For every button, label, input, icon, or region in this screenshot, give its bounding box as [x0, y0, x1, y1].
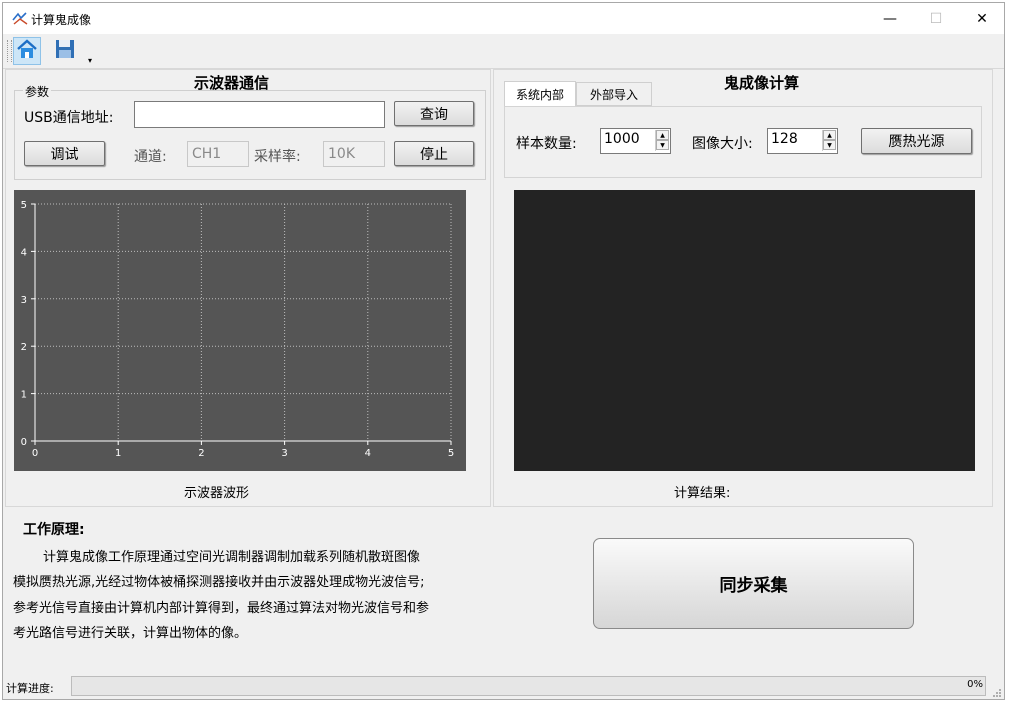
pseudothermal-source-button[interactable]: 赝热光源 — [861, 128, 972, 154]
waveform-chart: 0 1 2 3 4 5 0 1 2 3 4 5 — [21, 200, 455, 459]
spin-up-icon[interactable]: ▲ — [823, 130, 836, 140]
result-caption: 计算结果: — [674, 486, 731, 501]
usb-label: USB通信地址: — [24, 110, 114, 126]
principle-line: 参考光信号直接由计算机内部计算得到，最终通过算法对物光波信号和参 — [13, 601, 430, 616]
x-tick-label: 1 — [115, 448, 121, 459]
sample-rate-field: 10K — [323, 141, 385, 167]
maximize-button[interactable]: ☐ — [913, 3, 959, 34]
x-tick-label: 4 — [365, 448, 371, 459]
principle-line: 考光路信号进行关联，计算出物体的像。 — [13, 626, 248, 641]
main-window: 计算鬼成像 — ☐ ✕ ▾ 示波器通信 参数 USB通信地址: 查询 调试 通道… — [2, 2, 1005, 700]
progress-text: 0% — [967, 679, 983, 690]
params-title: 参数 — [23, 83, 52, 100]
result-image-area — [514, 190, 975, 471]
sync-acquire-button[interactable]: 同步采集 — [593, 538, 914, 629]
progress-label: 计算进度: — [6, 682, 54, 695]
save-icon — [55, 39, 75, 63]
minimize-button[interactable]: — — [867, 3, 913, 34]
resize-grip-icon[interactable] — [992, 687, 1002, 697]
sample-count-spinbox[interactable]: 1000 ▲ ▼ — [600, 128, 671, 154]
principle-line: 计算鬼成像工作原理通过空间光调制器调制加载系列随机散斑图像 — [43, 550, 421, 565]
app-icon — [12, 12, 28, 30]
y-tick-label: 1 — [21, 390, 27, 401]
y-tick-label: 4 — [21, 247, 27, 258]
x-tick-label: 2 — [198, 448, 204, 459]
tab-external-import[interactable]: 外部导入 — [576, 82, 652, 106]
x-tick-label: 0 — [32, 448, 38, 459]
save-button[interactable] — [51, 37, 79, 65]
stop-button[interactable]: 停止 — [394, 141, 474, 166]
toolbar-grip-icon[interactable] — [7, 40, 12, 62]
y-tick-label: 3 — [21, 295, 27, 306]
ghost-imaging-panel: 鬼成像计算 系统内部 外部导入 样本数量: 1000 ▲ ▼ 图像大小: 128 … — [493, 69, 993, 507]
principle-title: 工作原理: — [23, 522, 85, 538]
image-size-label: 图像大小: — [692, 136, 753, 152]
oscilloscope-plot: 0 1 2 3 4 5 0 1 2 3 4 5 — [14, 190, 466, 471]
y-tick-label: 2 — [21, 342, 27, 353]
close-button[interactable]: ✕ — [959, 3, 1005, 34]
waveform-caption: 示波器波形 — [184, 486, 250, 501]
home-button[interactable] — [13, 37, 41, 65]
oscilloscope-panel: 示波器通信 参数 USB通信地址: 查询 调试 通道: CH1 采样率: 10K… — [5, 69, 491, 507]
window-title: 计算鬼成像 — [31, 13, 92, 27]
x-tick-label: 5 — [448, 448, 454, 459]
sample-count-value: 1000 — [604, 131, 640, 147]
channel-label: 通道: — [134, 149, 167, 165]
tab-internal[interactable]: 系统内部 — [504, 81, 576, 106]
spin-down-icon[interactable]: ▼ — [823, 140, 836, 150]
spin-down-icon[interactable]: ▼ — [656, 140, 669, 150]
image-size-spinbox[interactable]: 128 ▲ ▼ — [767, 128, 838, 154]
x-tick-label: 3 — [281, 448, 287, 459]
toolbar-dropdown-icon[interactable]: ▾ — [88, 56, 92, 65]
ghost-imaging-heading: 鬼成像计算 — [724, 74, 800, 92]
toolbar: ▾ — [3, 34, 1004, 69]
sample-rate-label: 采样率: — [254, 149, 301, 165]
progress-bar: 0% — [71, 676, 986, 696]
home-icon — [16, 39, 38, 63]
usb-address-input[interactable] — [134, 101, 385, 128]
spin-up-icon[interactable]: ▲ — [656, 130, 669, 140]
image-size-value: 128 — [771, 131, 798, 147]
channel-field: CH1 — [187, 141, 249, 167]
title-bar: 计算鬼成像 — ☐ ✕ — [3, 3, 1004, 34]
debug-button[interactable]: 调试 — [24, 141, 105, 166]
sample-count-label: 样本数量: — [516, 136, 577, 152]
query-button[interactable]: 查询 — [394, 101, 474, 126]
y-tick-label: 5 — [21, 200, 27, 211]
principle-line: 模拟赝热光源,光经过物体被桶探测器接收并由示波器处理成物光波信号; — [13, 575, 425, 590]
y-tick-label: 0 — [21, 437, 27, 448]
